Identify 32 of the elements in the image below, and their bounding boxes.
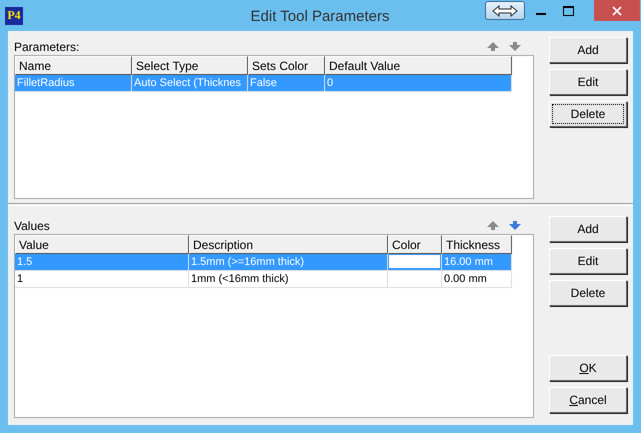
column-header[interactable]: Description [189, 235, 388, 254]
column-header[interactable]: Select Type [132, 56, 248, 75]
table-cell: 16.00 mm [442, 254, 512, 271]
table-cell: 1mm (<16mm thick) [189, 271, 388, 288]
table-cell: False [248, 75, 325, 92]
column-header[interactable]: Color [388, 235, 442, 254]
column-header[interactable]: Sets Color [248, 56, 325, 75]
button[interactable]: Cancel [549, 387, 627, 413]
table-cell: 1.5mm (>=16mm thick) [189, 254, 388, 271]
column-header[interactable]: Default Value [325, 56, 512, 75]
button[interactable]: Add [549, 216, 627, 242]
app-icon: P4 [5, 6, 23, 24]
column-header[interactable]: Name [15, 56, 132, 75]
button[interactable]: Delete [549, 101, 627, 127]
table-cell: FilletRadius [15, 75, 132, 92]
table-cell: 1.5 [15, 254, 189, 271]
button[interactable]: Edit [549, 248, 627, 274]
table-cell: 1 [15, 271, 189, 288]
window-title: Edit Tool Parameters [250, 7, 390, 27]
button[interactable]: OK [549, 355, 627, 381]
section-label: Values [14, 218, 50, 234]
table-cell: 0.00 mm [442, 271, 512, 288]
section-label: Parameters: [14, 39, 80, 55]
button[interactable]: Delete [549, 280, 627, 306]
column-header[interactable]: Value [15, 235, 189, 254]
button[interactable]: Edit [549, 69, 627, 95]
table-cell: 0 [325, 75, 512, 92]
table-cell: Auto Select (Thicknes [132, 75, 248, 92]
column-header[interactable]: Thickness [442, 235, 512, 254]
close-icon[interactable] [594, 0, 640, 21]
swap-icon[interactable] [485, 1, 525, 20]
button[interactable]: Add [549, 37, 627, 63]
